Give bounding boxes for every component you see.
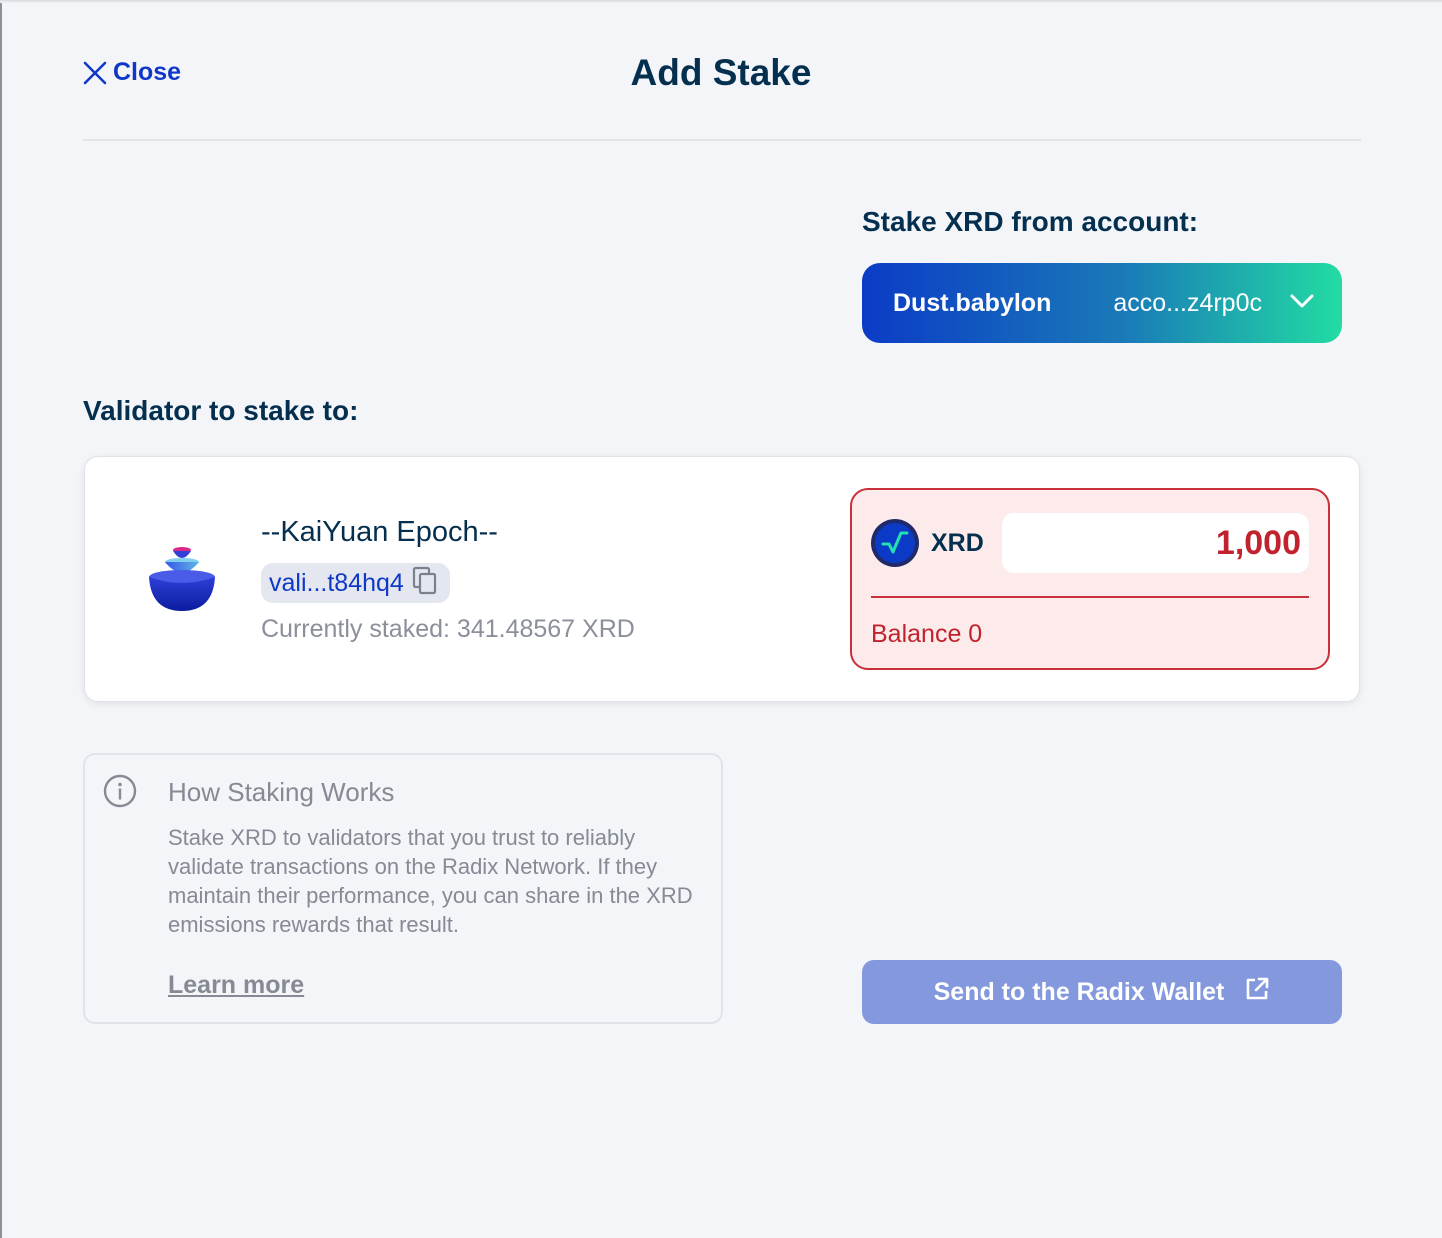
send-button-label: Send to the Radix Wallet	[933, 977, 1225, 1006]
xrd-token-icon	[871, 519, 919, 567]
external-link-icon	[1244, 976, 1270, 1009]
page-title: Add Stake	[630, 52, 812, 93]
validator-card: --KaiYuan Epoch-- vali...t84hq4 Currentl…	[84, 456, 1360, 702]
balance-text: Balance 0	[871, 620, 983, 648]
info-text: Stake XRD to validators that you trust t…	[168, 825, 693, 937]
stake-amount-box: XRD Balance 0	[850, 488, 1330, 670]
copy-icon	[412, 566, 438, 601]
how-staking-works-box: How Staking Works Stake XRD to validator…	[83, 753, 723, 1024]
learn-more-link[interactable]: Learn more	[168, 971, 304, 1000]
validator-label: Validator to stake to:	[83, 395, 359, 426]
info-icon	[103, 774, 137, 808]
chevron-down-icon	[1290, 293, 1314, 314]
send-to-wallet-button[interactable]: Send to the Radix Wallet	[862, 960, 1342, 1024]
info-title: How Staking Works	[168, 777, 395, 807]
validator-address: vali...t84hq4	[269, 568, 404, 597]
header-divider	[83, 139, 1361, 141]
validator-address-copy[interactable]: vali...t84hq4	[261, 563, 450, 603]
stake-amount-input[interactable]	[1002, 513, 1309, 573]
window-left-edge	[0, 0, 2, 1238]
account-label: Stake XRD from account:	[862, 206, 1199, 237]
window-top-edge	[0, 0, 1442, 3]
account-name: Dust.babylon	[893, 288, 1052, 317]
validator-name: --KaiYuan Epoch--	[261, 516, 498, 548]
token-symbol: XRD	[931, 529, 984, 557]
amount-divider	[871, 596, 1309, 598]
validator-logo	[147, 545, 217, 615]
account-address: acco...z4rp0c	[1113, 288, 1262, 317]
account-selector[interactable]: Dust.babylon acco...z4rp0c	[862, 263, 1342, 343]
currently-staked: Currently staked: 341.48567 XRD	[261, 615, 635, 643]
